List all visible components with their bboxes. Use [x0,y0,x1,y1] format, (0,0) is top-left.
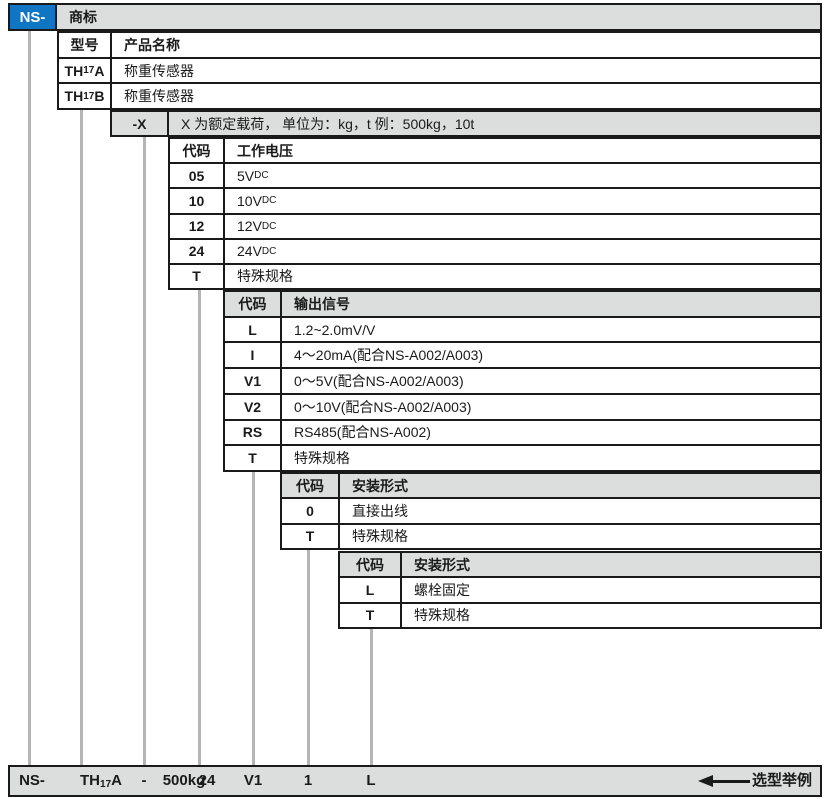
model-row: TH17A 称重传感器 [59,57,820,83]
mount-header-row: 代码 安装形式 [282,474,820,497]
signal-code: L [225,318,282,342]
voltage-row: 24 24VDC [170,238,820,263]
connector-line-fixing [370,629,373,766]
model-header-code: 型号 [59,33,112,57]
mount-header-label: 安装形式 [340,474,820,497]
signal-code: V1 [225,369,282,393]
model-label: 称重传感器 [112,59,820,83]
load-table: -X X 为额定载荷， 单位为：kg，t 例：500kg，10t [110,110,822,137]
model-header-label: 产品名称 [112,33,820,57]
brand-label-cell: 商标 [55,3,822,31]
signal-value: 0～10V(配合NS-A002/A003) [282,395,820,419]
voltage-code: 05 [170,164,225,187]
voltage-code: 24 [170,240,225,263]
connector-line-load [143,137,146,766]
mount-row: T 特殊规格 [282,523,820,548]
connector-line-brand [28,31,31,766]
voltage-code: 10 [170,189,225,212]
fixing-code: L [340,578,402,601]
connector-line-mount [307,550,310,766]
mount-row: 0 直接出线 [282,497,820,522]
voltage-value: 特殊规格 [225,265,820,288]
brand-code-box: NS- [8,3,57,31]
mount-header-code: 代码 [282,474,340,497]
model-code: TH17B [59,84,112,108]
voltage-header-code: 代码 [170,139,225,162]
fixing-table: 代码 安装形式 L 螺栓固定 T 特殊规格 [338,551,822,629]
model-table: 型号 产品名称 TH17A 称重传感器 TH17B 称重传感器 [57,31,822,110]
signal-row: V1 0～5V(配合NS-A002/A003) [225,367,820,393]
fixing-header-label: 安装形式 [402,553,820,576]
signal-row: RS RS485(配合NS-A002) [225,419,820,445]
left-arrow-line [710,780,750,783]
connector-line-voltage [198,290,201,766]
model-row: TH17B 称重传感器 [59,82,820,108]
fixing-header-code: 代码 [340,553,402,576]
brand-code: NS- [20,9,46,26]
signal-value: 特殊规格 [282,446,820,470]
connector-line-signal [252,472,255,766]
example-caption: 选型举例 [752,767,812,795]
model-selection-diagram: NS- 商标 型号 产品名称 TH17A 称重传感器 TH17B 称重传感器 -… [0,0,825,799]
fixing-row: L 螺栓固定 [340,576,820,601]
signal-code: T [225,446,282,470]
signal-header-code: 代码 [225,292,282,316]
signal-header-row: 代码 输出信号 [225,292,820,316]
voltage-row: 05 5VDC [170,162,820,187]
voltage-value: 24VDC [225,240,820,263]
signal-header-label: 输出信号 [282,292,820,316]
mount-code: T [282,525,340,548]
fixing-header-row: 代码 安装形式 [340,553,820,576]
example-voltage: 24 [192,767,222,795]
signal-value: RS485(配合NS-A002) [282,421,820,445]
brand-label: 商标 [69,7,97,27]
voltage-value: 12VDC [225,215,820,238]
signal-code: RS [225,421,282,445]
example-model: TH17A [66,767,136,795]
fixing-row: T 特殊规格 [340,602,820,627]
signal-table: 代码 输出信号 L 1.2~2.0mV/V I 4～20mA(配合NS-A002… [223,290,822,472]
voltage-row: T 特殊规格 [170,263,820,288]
model-label: 称重传感器 [112,84,820,108]
example-signal: V1 [238,767,268,795]
signal-value: 1.2~2.0mV/V [282,318,820,342]
voltage-value: 10VDC [225,189,820,212]
connector-line-model [80,110,83,766]
model-code: TH17A [59,59,112,83]
fixing-code: T [340,604,402,627]
signal-row: T 特殊规格 [225,444,820,470]
model-header-row: 型号 产品名称 [59,33,820,57]
voltage-row: 12 12VDC [170,213,820,238]
mount-table: 代码 安装形式 0 直接出线 T 特殊规格 [280,472,822,550]
voltage-header-row: 代码 工作电压 [170,139,820,162]
example-row: NS- TH17A - 500kg 24 V1 1 L 选型举例 [8,765,822,797]
signal-row: L 1.2~2.0mV/V [225,316,820,342]
voltage-table: 代码 工作电压 05 5VDC 10 10VDC 12 12VDC 24 24V… [168,137,822,290]
signal-code: V2 [225,395,282,419]
fixing-value: 螺栓固定 [402,578,820,601]
example-fixing: L [356,767,386,795]
mount-value: 直接出线 [340,499,820,522]
fixing-value: 特殊规格 [402,604,820,627]
signal-value: 0～5V(配合NS-A002/A003) [282,369,820,393]
mount-value: 特殊规格 [340,525,820,548]
voltage-code: 12 [170,215,225,238]
load-label: X 为额定载荷， 单位为：kg，t 例：500kg，10t [169,112,820,135]
example-mount: 1 [293,767,323,795]
voltage-row: 10 10VDC [170,187,820,212]
example-brand: NS- [10,767,54,795]
signal-row: V2 0～10V(配合NS-A002/A003) [225,393,820,419]
load-row: -X X 为额定载荷， 单位为：kg，t 例：500kg，10t [112,112,820,135]
signal-value: 4～20mA(配合NS-A002/A003) [282,343,820,367]
voltage-header-label: 工作电压 [225,139,820,162]
example-dash: - [139,767,149,795]
signal-row: I 4～20mA(配合NS-A002/A003) [225,341,820,367]
mount-code: 0 [282,499,340,522]
voltage-code: T [170,265,225,288]
signal-code: I [225,343,282,367]
voltage-value: 5VDC [225,164,820,187]
load-code: -X [112,112,169,135]
